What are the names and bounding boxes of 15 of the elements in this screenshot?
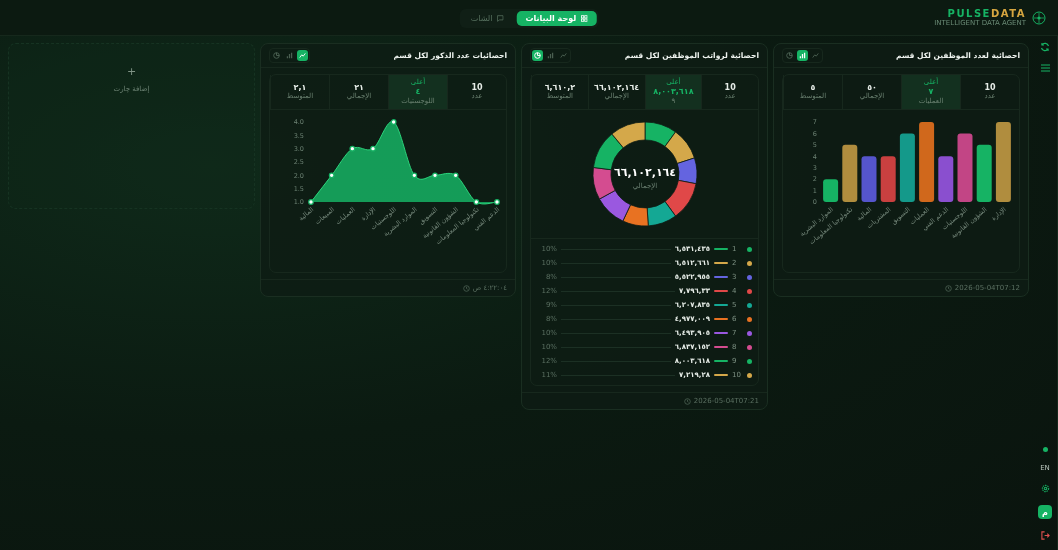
stat-value: 10 xyxy=(724,82,736,93)
stat-value: ٧ xyxy=(928,87,934,97)
stat-value: ٢,١ xyxy=(293,82,307,93)
stat-value: ٤ xyxy=(415,87,421,97)
stat-value: 10 xyxy=(471,82,483,93)
donut-total: ٦٦,١٠٢,١٦٤ xyxy=(613,166,676,179)
stat-value: 10 xyxy=(984,82,996,93)
plus-icon: + xyxy=(126,66,137,77)
stat-value: ٦,٦١٠,٢ xyxy=(544,82,576,93)
brand-name: PULSE DATA xyxy=(947,8,1026,19)
stat-value: ٦٦,١٠٢,١٦٤ xyxy=(594,82,640,92)
stat-value: ٢١ xyxy=(354,82,364,93)
stat-value: ٨,٠٠٣,٦١٨ xyxy=(653,87,694,97)
stat-value: ٥٠ xyxy=(867,82,877,93)
stat-value: ٥ xyxy=(810,82,816,93)
